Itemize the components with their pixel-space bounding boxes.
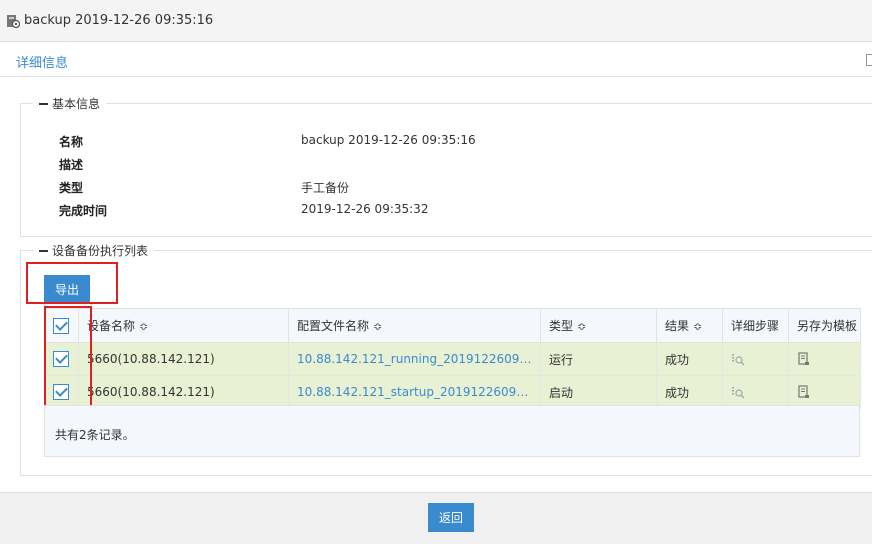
window-titlebar: backup 2019-12-26 09:35:16 (0, 0, 872, 42)
row-select-cell (44, 342, 79, 376)
table-footer: 共有2条记录。 (44, 405, 860, 457)
description-label: 描述 (59, 158, 84, 172)
detail-steps-icon[interactable] (731, 352, 745, 366)
device-cell: 5660(10.88.142.121) (78, 342, 289, 376)
table-row[interactable]: 5660(10.88.142.121) 10.88.142.121_startu… (44, 375, 861, 409)
column-result[interactable]: 结果 ≎ (656, 308, 723, 343)
row-select-cell (44, 375, 79, 409)
saveas-cell (788, 375, 861, 409)
tab-bar: 详细信息 (0, 42, 872, 77)
finish-time-value: 2019-12-26 09:35:32 (301, 202, 429, 216)
select-all-cell (44, 308, 79, 343)
column-config[interactable]: 配置文件名称 ≎ (288, 308, 541, 343)
finish-time-label: 完成时间 (59, 204, 108, 218)
backup-icon (7, 15, 20, 28)
export-button[interactable]: 导出 (44, 275, 90, 304)
row-checkbox[interactable] (53, 384, 69, 400)
type-cell: 运行 (540, 342, 657, 376)
collapse-dash-icon[interactable] (39, 249, 48, 252)
back-button[interactable]: 返回 (428, 503, 474, 532)
sort-icon: ≎ (373, 320, 383, 333)
save-template-icon[interactable] (797, 352, 811, 366)
steps-cell (722, 375, 789, 409)
column-steps: 详细步骤 (722, 308, 789, 343)
device-cell: 5660(10.88.142.121) (78, 375, 289, 409)
saveas-cell (788, 342, 861, 376)
result-cell: 成功 (656, 342, 723, 376)
basic-info-section: 基本信息 名称 backup 2019-12-26 09:35:16 描述 类型… (20, 95, 872, 237)
detail-steps-icon[interactable] (731, 385, 745, 399)
sort-icon: ≎ (577, 320, 587, 333)
basic-info-title: 基本信息 (52, 97, 101, 111)
window-title: backup 2019-12-26 09:35:16 (24, 13, 214, 28)
backup-exec-table: 设备名称 ≎ 配置文件名称 ≎ 类型 ≎ 结果 ≎ 详细步骤 另存为模板 5660(10… (44, 308, 861, 409)
table-header-row: 设备名称 ≎ 配置文件名称 ≎ 类型 ≎ 结果 ≎ 详细步骤 另存为模板 (44, 308, 861, 343)
exec-list-legend: 设备备份执行列表 (33, 242, 155, 259)
result-cell: 成功 (656, 375, 723, 409)
select-all-checkbox[interactable] (53, 317, 69, 334)
column-saveas: 另存为模板 (788, 308, 861, 343)
save-template-icon[interactable] (797, 385, 811, 399)
table-row[interactable]: 5660(10.88.142.121) 10.88.142.121_runnin… (44, 342, 861, 376)
type-label: 类型 (59, 181, 84, 195)
collapse-dash-icon[interactable] (39, 102, 48, 105)
tab-details[interactable]: 详细信息 (16, 52, 68, 71)
column-type[interactable]: 类型 ≎ (540, 308, 657, 343)
bottom-bar: 返回 (0, 492, 872, 544)
name-value: backup 2019-12-26 09:35:16 (301, 133, 476, 147)
column-device[interactable]: 设备名称 ≎ (78, 308, 289, 343)
collapse-icon[interactable] (866, 54, 872, 66)
record-count: 共有2条记录。 (55, 428, 135, 442)
sort-icon: ≎ (693, 320, 703, 333)
row-checkbox[interactable] (53, 351, 69, 367)
config-file-link[interactable]: 10.88.142.121_running_2019122609352... (288, 342, 541, 376)
type-cell: 启动 (540, 375, 657, 409)
exec-list-title: 设备备份执行列表 (52, 244, 149, 258)
basic-info-legend: 基本信息 (33, 95, 107, 112)
steps-cell (722, 342, 789, 376)
config-file-link[interactable]: 10.88.142.121_startup_20191226093526... (288, 375, 541, 409)
name-label: 名称 (59, 135, 84, 149)
type-value: 手工备份 (301, 181, 350, 195)
sort-icon: ≎ (139, 320, 149, 333)
